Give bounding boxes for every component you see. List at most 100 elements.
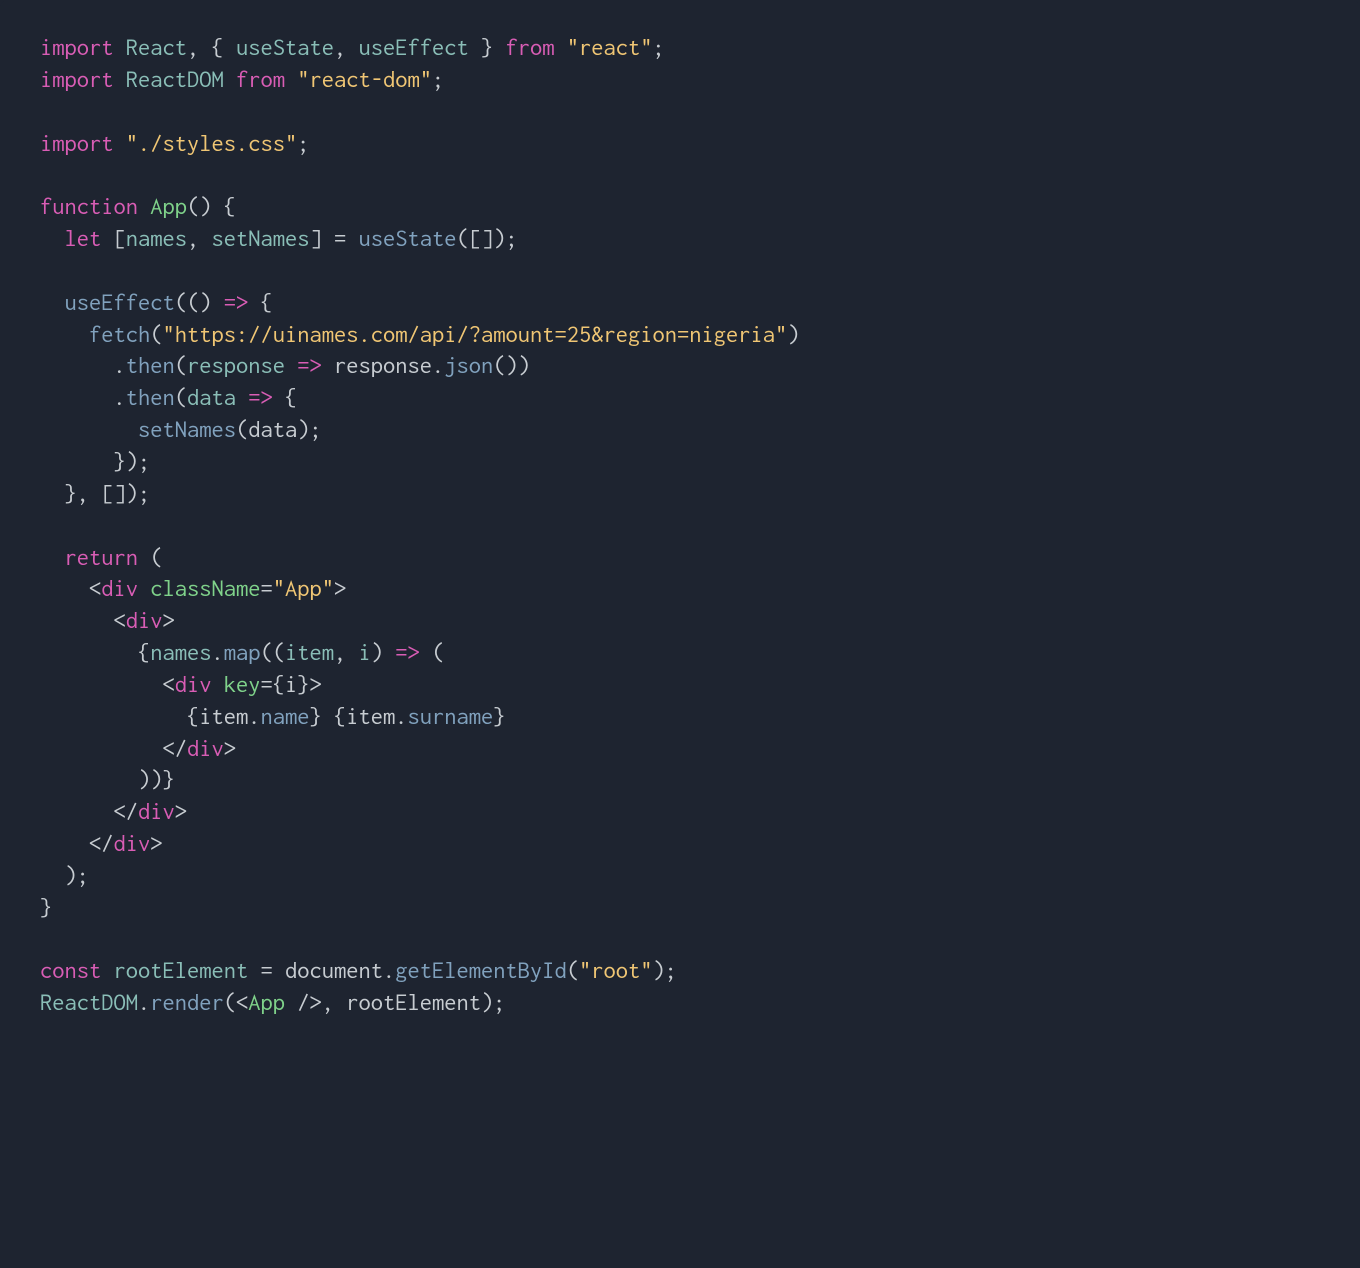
code-token: div	[187, 735, 224, 761]
code-token: fetch	[89, 321, 150, 347]
code-token: ,	[334, 639, 359, 665]
code-token: surname	[408, 703, 494, 729]
code-token: function	[40, 193, 150, 219]
code-token: );	[481, 989, 506, 1015]
code-token: setNames	[138, 416, 236, 442]
code-token: .	[138, 989, 150, 1015]
code-token: useEffect	[359, 34, 469, 60]
code-token: div	[175, 671, 212, 697]
code-token: } {	[310, 703, 347, 729]
code-token: div	[114, 830, 151, 856]
code-line: </div>	[40, 798, 187, 824]
code-token: >	[163, 607, 175, 633]
code-token: from	[506, 34, 567, 60]
code-token: >	[175, 798, 187, 824]
code-token: .	[383, 957, 395, 983]
code-token: () {	[187, 193, 236, 219]
code-token: >	[224, 735, 236, 761]
code-token: (	[567, 957, 579, 983]
code-token: then	[126, 352, 175, 378]
code-token: className	[150, 575, 260, 601]
code-block: import React, { useState, useEffect } fr…	[0, 0, 1360, 1268]
code-line: </div>	[40, 830, 163, 856]
code-token: )	[787, 321, 799, 347]
code-token: div	[126, 607, 163, 633]
code-token: return	[65, 544, 151, 570]
code-token: document	[285, 957, 383, 983]
code-token: map	[224, 639, 261, 665]
code-token: "react"	[567, 34, 653, 60]
code-token: item	[285, 639, 334, 665]
code-token: key	[224, 671, 261, 697]
code-line: <div>	[40, 607, 175, 633]
code-line: </div>	[40, 735, 236, 761]
code-token: .	[40, 384, 126, 410]
code-line: .then(data => {	[40, 384, 297, 410]
code-token: useState	[359, 225, 457, 251]
code-token	[40, 321, 89, 347]
code-token: "https://uinames.com/api/?amount=25&regi…	[163, 321, 788, 347]
code-token: item	[346, 703, 395, 729]
code-line: }, []);	[40, 480, 150, 506]
code-token: ReactDOM	[40, 989, 138, 1015]
code-token: />,	[285, 989, 346, 1015]
code-line: );	[40, 862, 89, 888]
code-token: from	[236, 66, 297, 92]
code-token: {	[40, 703, 199, 729]
code-token: data	[187, 384, 236, 410]
code-token: =>	[395, 639, 420, 665]
code-line: import "./styles.css";	[40, 130, 310, 156]
code-token: ,	[187, 225, 212, 251]
code-token: ;	[297, 130, 309, 156]
code-line: const rootElement = document.getElementB…	[40, 957, 677, 983]
code-token	[236, 384, 248, 410]
code-token	[212, 671, 224, 697]
code-token: .	[395, 703, 407, 729]
code-line: function App() {	[40, 193, 236, 219]
code-token: .	[248, 703, 260, 729]
code-token: json	[444, 352, 493, 378]
code-token	[40, 416, 138, 442]
code-token: "root"	[579, 957, 653, 983]
code-token: .	[212, 639, 224, 665]
code-line	[40, 257, 52, 283]
code-line	[40, 161, 52, 187]
code-token: {	[40, 639, 150, 665]
code-token: );	[297, 416, 322, 442]
code-line: });	[40, 448, 150, 474]
code-token	[224, 66, 236, 92]
code-token: React	[126, 34, 187, 60]
code-line: let [names, setNames] = useState([]);	[40, 225, 518, 251]
code-token: [	[114, 225, 126, 251]
code-token: i	[359, 639, 371, 665]
code-token: }	[469, 34, 506, 60]
code-token: useEffect	[65, 289, 175, 315]
code-token: div	[101, 575, 138, 601]
code-token: render	[150, 989, 224, 1015]
code-token: {	[273, 384, 298, 410]
code-token: );	[653, 957, 678, 983]
code-token: </	[40, 735, 187, 761]
code-token: ([]);	[457, 225, 518, 251]
code-token: .	[40, 352, 126, 378]
code-token: >	[334, 575, 346, 601]
code-token: item	[199, 703, 248, 729]
code-token: ((	[261, 639, 286, 665]
code-line: return (	[40, 544, 163, 570]
code-token: ))}	[40, 766, 175, 792]
code-token: )	[371, 639, 396, 665]
code-token: </	[40, 798, 138, 824]
code-token: <	[40, 575, 101, 601]
code-token: }	[40, 894, 52, 920]
code-token: ;	[432, 66, 444, 92]
code-token	[40, 544, 65, 570]
code-token: <	[40, 607, 126, 633]
code-token: (	[150, 321, 162, 347]
code-token: useState	[236, 34, 334, 60]
code-line: import ReactDOM from "react-dom";	[40, 66, 444, 92]
code-line: }	[40, 894, 52, 920]
code-token: ] =	[310, 225, 359, 251]
code-line: {item.name} {item.surname}	[40, 703, 506, 729]
code-token: i	[285, 671, 297, 697]
code-token: names	[150, 639, 211, 665]
